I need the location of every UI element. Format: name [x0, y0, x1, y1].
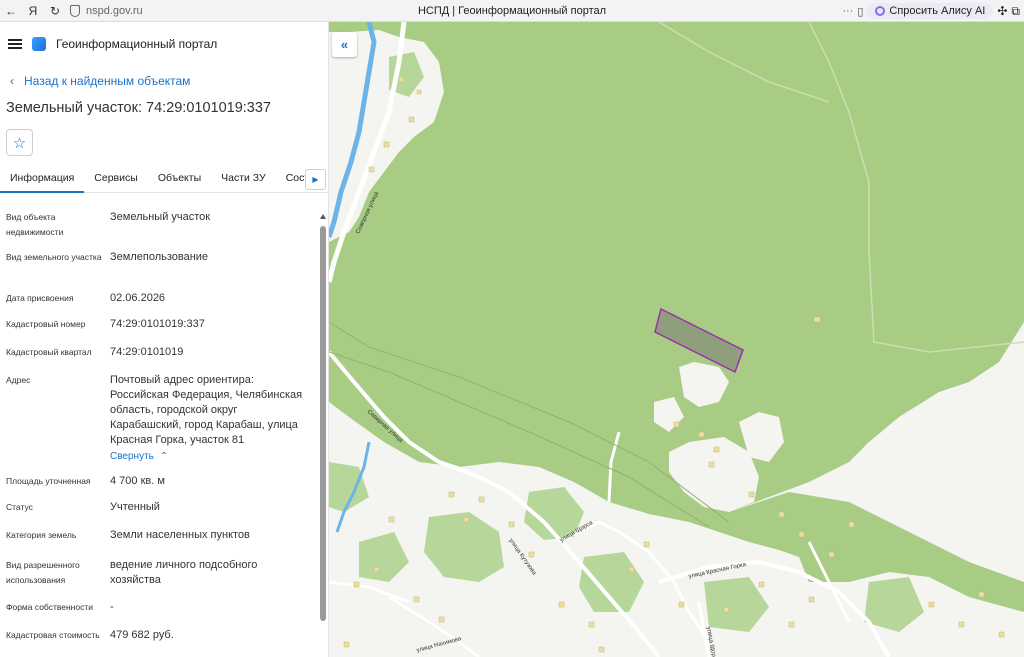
favorite-button[interactable]: ☆	[6, 129, 33, 156]
alice-label: Спросить Алису AI	[889, 5, 986, 17]
property-row-address: Адрес Почтовый адрес ориентира: Российск…	[6, 373, 316, 463]
chevron-left-icon: ‹	[10, 74, 14, 88]
url-text: nspd.gov.ru	[86, 4, 143, 17]
collapse-label: Свернуть	[110, 451, 154, 462]
yandex-icon[interactable]: Я	[22, 0, 44, 22]
tab-bar: Информация Сервисы Объекты Части ЗУ Сост…	[0, 167, 329, 193]
property-value: 479 682 руб.	[110, 629, 174, 641]
puzzle-icon[interactable]: ⧉	[1011, 4, 1024, 19]
property-key: Вид объекта недвижимости	[6, 212, 64, 237]
property-key: Вид разрешенного использования	[6, 560, 80, 585]
property-key: Дата присвоения	[6, 293, 74, 303]
object-title: Земельный участок: 74:29:0101019:337	[6, 100, 271, 116]
property-value: 02.06.2026	[110, 292, 166, 304]
property-row: Кадастровая стоимость 479 682 руб.	[6, 628, 316, 657]
map-view[interactable]: Северная улица Северная улица улица Щорс…	[329, 22, 1024, 657]
property-key: Кадастровая стоимость	[6, 630, 100, 640]
property-value: 74:29:0101019	[110, 346, 184, 358]
property-key: Площадь уточненная	[6, 476, 91, 486]
property-row: Вид земельного участка Землепользование	[6, 250, 316, 284]
tab-info[interactable]: Информация	[0, 167, 85, 193]
back-to-results-link[interactable]: ‹ Назад к найденным объектам	[10, 74, 190, 88]
reload-icon[interactable]: ↻	[44, 0, 66, 22]
alice-icon	[875, 6, 886, 16]
property-value: Земельный участок	[110, 211, 211, 223]
property-value: -	[110, 601, 114, 613]
property-row: Дата присвоения 02.06.2026	[6, 291, 316, 311]
property-row: Площадь уточненная 4 700 кв. м	[6, 474, 316, 494]
tab-objects[interactable]: Объекты	[148, 167, 211, 193]
property-key: Форма собственности	[6, 602, 93, 612]
scroll-thumb[interactable]	[320, 226, 326, 621]
address-text: Почтовый адрес ориентира: Российская Фед…	[110, 374, 303, 446]
caret-right-icon: ▶	[312, 175, 319, 184]
property-value: ведение личного подсобного хозяйства	[110, 559, 258, 586]
collapse-link[interactable]: Свернуть ⌃	[110, 449, 310, 464]
chevron-up-icon: ⌃	[159, 451, 169, 462]
alice-button[interactable]: Спросить Алису AI	[867, 3, 994, 19]
property-row: Кадастровый квартал 74:29:0101019	[6, 345, 316, 365]
back-arrow-icon[interactable]: ←	[0, 0, 22, 22]
browser-toolbar: ← Я ↻ nspd.gov.ru НСПД | Геоинформационн…	[0, 0, 1024, 22]
property-value-address: Почтовый адрес ориентира: Российская Фед…	[110, 373, 310, 464]
property-list: Вид объекта недвижимости Земельный участ…	[0, 202, 318, 657]
bookmark-icon[interactable]: ▯	[857, 5, 863, 18]
shield-icon	[70, 4, 80, 17]
property-key: Кадастровый номер	[6, 319, 86, 329]
app-name: Геоинформационный портал	[56, 37, 218, 51]
extension-icon[interactable]: ✣	[997, 4, 1007, 18]
property-row: Кадастровый номер 74:29:0101019:337	[6, 317, 316, 337]
panel-scrollbar[interactable]	[319, 202, 327, 657]
property-value: Земли населенных пунктов	[110, 529, 250, 541]
property-key: Адрес	[6, 375, 31, 385]
property-value: Землепользование	[110, 251, 209, 263]
property-row: Статус Учтенный	[6, 500, 316, 520]
double-chevron-left-icon: «	[340, 37, 349, 52]
app-header: Геоинформационный портал	[0, 22, 328, 66]
tab-services[interactable]: Сервисы	[84, 167, 148, 193]
address-bar[interactable]: nspd.gov.ru	[70, 4, 143, 17]
tabs-scroll-right-button[interactable]: ▶	[305, 169, 326, 190]
property-row: Форма собственности -	[6, 600, 316, 620]
property-value: 4 700 кв. м	[110, 475, 165, 487]
menu-icon[interactable]	[8, 39, 22, 49]
property-key: Вид земельного участка	[6, 252, 102, 262]
map-canvas[interactable]: Северная улица Северная улица улица Щорс…	[329, 22, 1024, 657]
scroll-up-arrow-icon[interactable]	[320, 214, 326, 219]
property-key: Категория земель	[6, 530, 77, 540]
info-panel: Геоинформационный портал ‹ Назад к найде…	[0, 22, 329, 657]
property-key: Статус	[6, 502, 33, 512]
property-key: Кадастровый квартал	[6, 347, 92, 357]
property-value: 74:29:0101019:337	[110, 318, 205, 330]
property-value: Учтенный	[110, 501, 160, 513]
portal-logo-icon	[32, 37, 46, 51]
tab-parts[interactable]: Части ЗУ	[211, 167, 276, 193]
property-row: Вид объекта недвижимости Земельный участ…	[6, 210, 316, 244]
property-row: Вид разрешенного использования ведение л…	[6, 558, 316, 592]
collapse-panel-button[interactable]: «	[332, 32, 357, 57]
star-icon: ☆	[12, 134, 27, 152]
back-link-label: Назад к найденным объектам	[24, 74, 191, 88]
more-icon[interactable]: ···	[842, 5, 853, 17]
property-row: Категория земель Земли населенных пункто…	[6, 528, 316, 548]
